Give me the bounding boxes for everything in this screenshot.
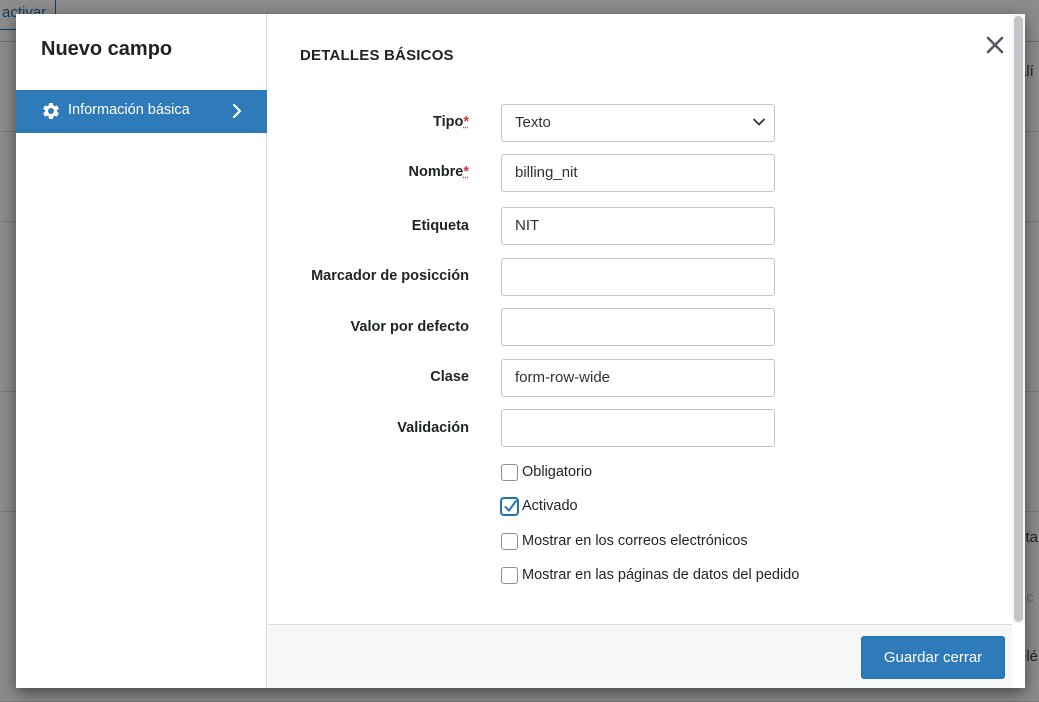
name-input[interactable]: billing_nit — [501, 154, 775, 192]
default-value-input[interactable] — [501, 308, 775, 346]
checkbox-label: Activado — [522, 498, 578, 514]
field-label-class: Clase — [430, 369, 469, 385]
new-field-modal: Nuevo campo Información básica DETALLES … — [16, 14, 1025, 688]
save-close-button[interactable]: Guardar cerrar — [861, 636, 1005, 679]
required-mark: * — [463, 114, 469, 130]
field-label-etiqueta: Etiqueta — [411, 218, 469, 234]
field-label-text: Tipo — [433, 114, 464, 130]
show-in-order-pages-checkbox[interactable] — [501, 566, 518, 584]
validation-select[interactable] — [501, 409, 775, 447]
field-row-class: Clase — [268, 369, 469, 389]
gear-icon — [43, 102, 59, 119]
field-row-tipo: Tipo* — [268, 114, 469, 134]
show-in-emails-checkbox[interactable] — [501, 532, 518, 550]
modal-title: Nuevo campo — [41, 38, 173, 60]
type-select[interactable]: Texto — [501, 104, 775, 142]
field-row-nombre: Nombre* — [268, 164, 469, 184]
modal-content: DETALLES BÁSICOS Tipo* Texto Nombre* bil… — [268, 14, 1012, 624]
modal-footer: Guardar cerrar — [268, 624, 1012, 688]
required-checkbox[interactable] — [501, 463, 518, 481]
field-label-default-value: Valor por defecto — [350, 319, 469, 335]
checkbox-row-order-pages[interactable]: Mostrar en las páginas de datos del pedi… — [501, 565, 799, 585]
checkbox-row-required[interactable]: Obligatorio — [501, 462, 592, 482]
field-label-nombre: Nombre* — [409, 164, 469, 180]
enabled-checkbox[interactable] — [501, 497, 518, 515]
field-label-validation: Validación — [397, 420, 469, 436]
checkbox-label: Mostrar en las páginas de datos del pedi… — [522, 567, 800, 583]
modal-sidebar: Nuevo campo Información básica — [16, 14, 267, 688]
label-input-value: NIT — [515, 217, 540, 234]
class-input[interactable]: form-row-wide — [501, 359, 775, 397]
type-select-value: Texto — [515, 114, 551, 131]
scrollbar-thumb[interactable] — [1014, 16, 1023, 622]
field-row-placeholder: Marcador de posicción — [268, 268, 469, 288]
field-row-default-value: Valor por defecto — [268, 319, 469, 339]
chevron-right-icon — [232, 103, 242, 119]
name-input-value: billing_nit — [515, 164, 578, 181]
field-label-text: Nombre — [408, 164, 464, 180]
checkbox-label: Obligatorio — [522, 464, 593, 480]
class-input-value: form-row-wide — [515, 369, 611, 386]
chevron-down-icon — [753, 118, 765, 126]
checkmark-icon — [504, 499, 517, 511]
field-label-tipo: Tipo* — [433, 114, 469, 130]
sidebar-item-basic-info[interactable]: Información básica — [16, 90, 267, 133]
checkbox-row-emails[interactable]: Mostrar en los correos electrónicos — [501, 531, 748, 551]
section-title: DETALLES BÁSICOS — [300, 47, 454, 64]
checkbox-row-enabled[interactable]: Activado — [501, 496, 578, 516]
required-mark: * — [463, 164, 469, 180]
modal-scrollbar[interactable] — [1012, 14, 1025, 624]
field-row-validation: Validación — [268, 420, 469, 440]
checkbox-label: Mostrar en los correos electrónicos — [522, 533, 748, 549]
close-icon[interactable] — [984, 34, 1006, 56]
field-label-placeholder: Marcador de posicción — [311, 268, 469, 284]
placeholder-input[interactable] — [501, 258, 775, 296]
field-row-etiqueta: Etiqueta — [268, 218, 469, 238]
sidebar-item-label: Información básica — [68, 102, 190, 118]
label-input[interactable]: NIT — [501, 207, 775, 245]
